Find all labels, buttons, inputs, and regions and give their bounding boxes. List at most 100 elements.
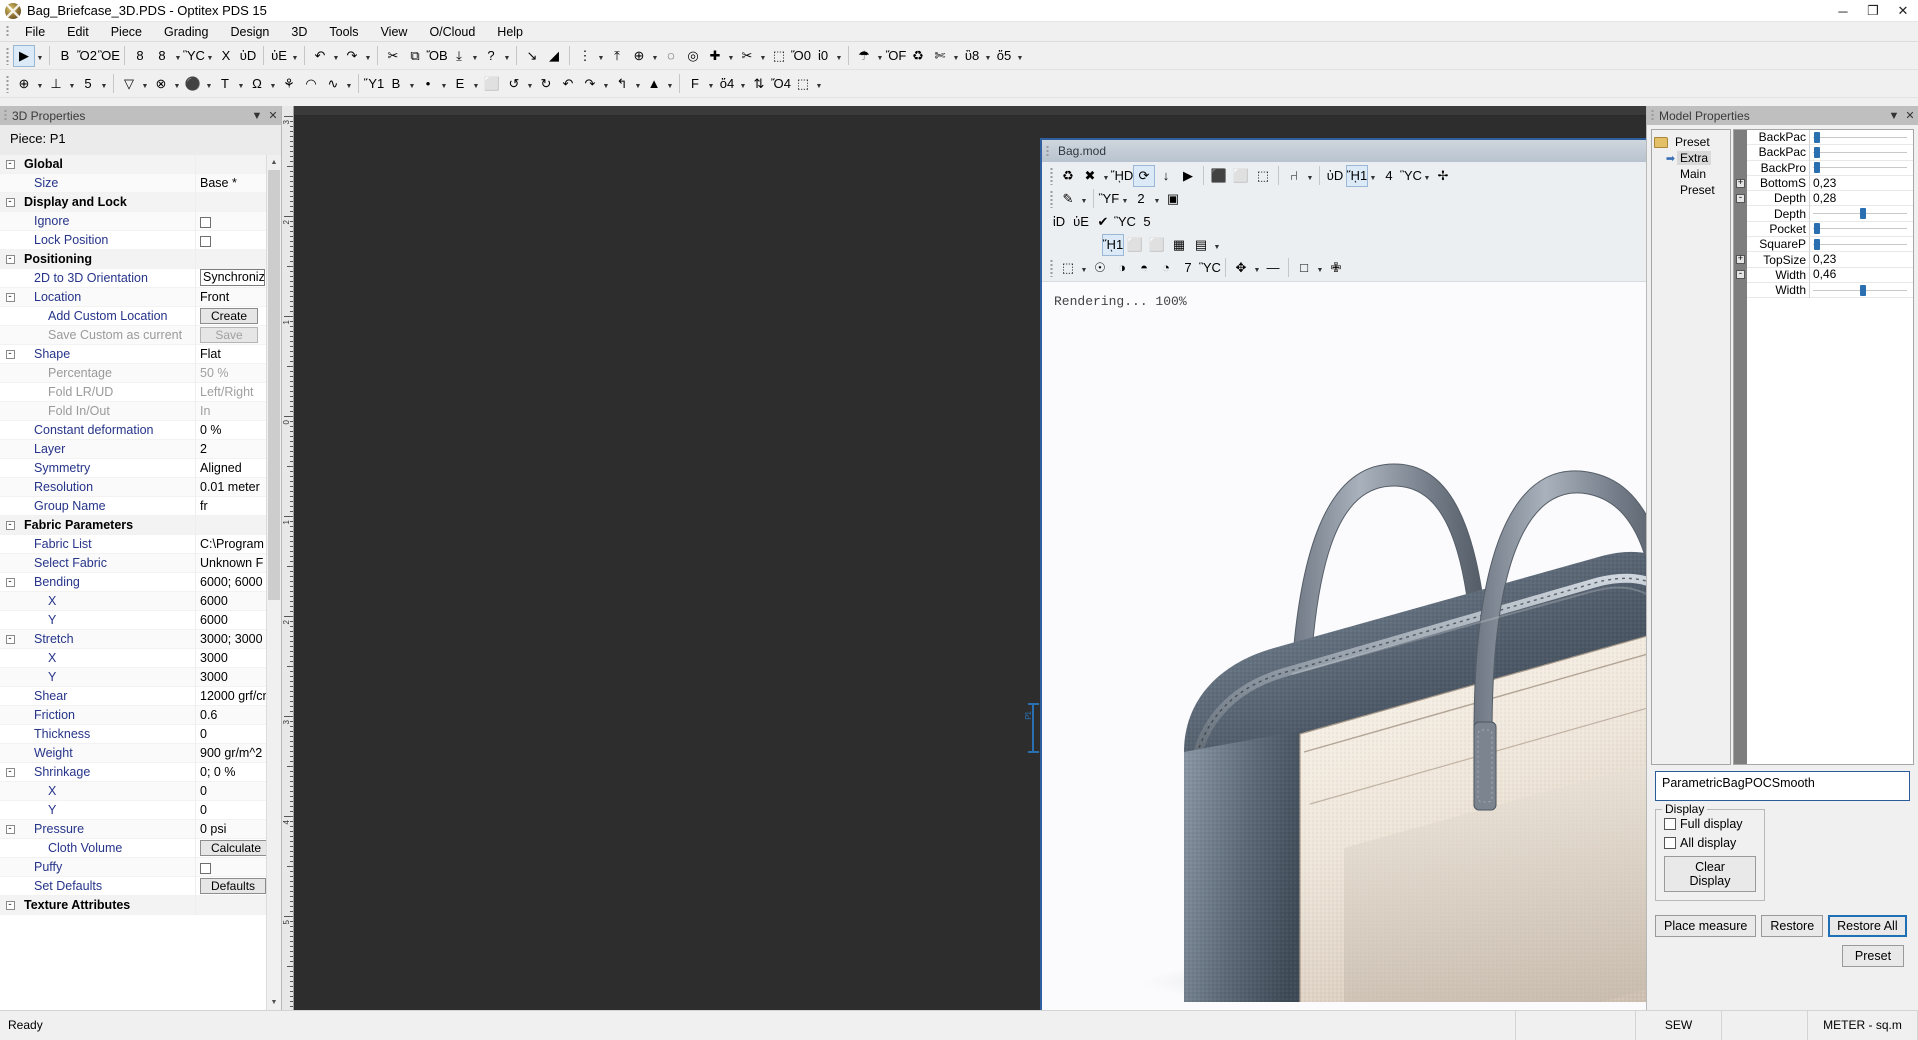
point-move-icon[interactable]: • — [417, 73, 439, 95]
parameter-value[interactable] — [1809, 145, 1913, 160]
property-row[interactable]: Y6000 — [0, 611, 266, 630]
parameter-value[interactable] — [1809, 130, 1913, 145]
chevron-down-icon[interactable]: ▼ — [172, 73, 182, 95]
plot-icon[interactable]: ὚8 — [151, 45, 173, 67]
cylinder-icon[interactable]: ⬛ — [1208, 165, 1230, 187]
property-value[interactable]: 6000; 6000 — [195, 573, 266, 592]
property-value[interactable]: Create — [195, 307, 266, 326]
chevron-down-icon[interactable]: ▼ — [633, 73, 643, 95]
texture-icon[interactable]: ὛF — [1098, 188, 1120, 210]
chevron-down-icon[interactable]: ▼ — [650, 45, 660, 67]
flat-shade-icon[interactable]: ◔ — [1155, 257, 1177, 279]
property-row[interactable]: Select FabricUnknown F — [0, 554, 266, 573]
parameter-grid[interactable]: BackPacBackPacBackPro+BottomS0,23-Depth0… — [1733, 129, 1914, 765]
menu-item-edit[interactable]: Edit — [56, 23, 100, 41]
property-button[interactable]: Calculate — [200, 840, 266, 856]
mirror-icon[interactable]: ♻ — [907, 45, 929, 67]
property-row[interactable]: Fabric ListC:\Program — [0, 535, 266, 554]
chevron-down-icon[interactable]: ▼ — [205, 45, 215, 67]
rotate-right-icon[interactable]: ↷ — [579, 73, 601, 95]
right-panel-close-icon[interactable]: ✕ — [1902, 109, 1918, 122]
chevron-down-icon[interactable]: ▼ — [35, 45, 45, 67]
parameter-value[interactable]: 0,23 — [1809, 252, 1913, 267]
chevron-down-icon[interactable]: ▼ — [875, 45, 885, 67]
parameter-expander[interactable]: - — [1734, 270, 1747, 279]
expander-minus-icon[interactable]: - — [6, 768, 15, 777]
toolbar-grip[interactable] — [6, 75, 9, 93]
parameter-row[interactable]: Depth — [1747, 206, 1913, 221]
property-row[interactable]: Add Custom LocationCreate — [0, 307, 266, 326]
parameter-value[interactable]: 0,23 — [1809, 176, 1913, 191]
recycle-icon[interactable]: ♻ — [1057, 165, 1079, 187]
expander-minus-icon[interactable]: - — [1736, 194, 1745, 203]
button-icon[interactable]: ⚫ — [182, 73, 204, 95]
property-checkbox[interactable] — [200, 236, 211, 247]
row-expander[interactable]: - — [0, 825, 20, 834]
chevron-down-icon[interactable]: ▼ — [173, 45, 183, 67]
full-display-row[interactable]: Full display — [1664, 814, 1756, 833]
pose-icon[interactable]: ᾝ1 — [1102, 234, 1124, 256]
property-row[interactable]: Y3000 — [0, 668, 266, 687]
move-up-icon[interactable]: ⤒ — [606, 45, 628, 67]
property-value[interactable]: Defaults — [195, 877, 266, 896]
tree-item-extra[interactable]: ➡Extra — [1654, 150, 1728, 166]
simulate-icon[interactable]: ⟳ — [1133, 165, 1155, 187]
property-row[interactable]: Group Namefr — [0, 497, 266, 516]
chevron-down-icon[interactable]: ▼ — [35, 73, 45, 95]
slider-track[interactable] — [1813, 244, 1907, 245]
right-panel-pin-icon[interactable]: ▼ — [1886, 110, 1902, 122]
slider-track[interactable] — [1813, 167, 1907, 168]
chevron-down-icon[interactable]: ▼ — [601, 73, 611, 95]
fabric-library-icon[interactable]: ὜4 — [1378, 165, 1400, 187]
property-row[interactable]: SizeBase * — [0, 174, 266, 193]
row-expander[interactable]: - — [0, 350, 20, 359]
parameter-row[interactable]: +BottomS0,23 — [1747, 176, 1913, 191]
slider-track[interactable] — [1813, 137, 1907, 138]
all-display-row[interactable]: All display — [1664, 833, 1756, 852]
rotate-cw-icon[interactable]: ↻ — [535, 73, 557, 95]
drop-icon[interactable]: ↓ — [1155, 165, 1177, 187]
property-row[interactable]: X0 — [0, 782, 266, 801]
select-arrow-icon[interactable]: ▶ — [13, 45, 35, 67]
chevron-down-icon[interactable]: ▼ — [99, 73, 109, 95]
property-value[interactable]: Flat — [195, 345, 266, 364]
slider-handle[interactable] — [1860, 285, 1866, 296]
slider-handle[interactable] — [1814, 223, 1820, 234]
expander-minus-icon[interactable]: - — [6, 578, 15, 587]
parameter-row[interactable]: -Depth0,28 — [1747, 191, 1913, 206]
expander-minus-icon[interactable]: - — [6, 521, 15, 530]
tree-item-main[interactable]: Main — [1654, 166, 1728, 182]
property-value[interactable]: 0 — [195, 801, 266, 820]
scrollbar-thumb[interactable] — [268, 170, 280, 600]
grid-points-icon[interactable]: ⋮ — [574, 45, 596, 67]
property-row[interactable]: Fold In/OutIn — [0, 402, 266, 421]
add-piece-icon[interactable]: ⊕ — [628, 45, 650, 67]
parameter-value[interactable] — [1809, 221, 1913, 236]
property-row[interactable]: Thickness0 — [0, 725, 266, 744]
property-value[interactable] — [195, 231, 266, 250]
chevron-down-icon[interactable]: ▼ — [502, 45, 512, 67]
property-value[interactable]: 6000 — [195, 592, 266, 611]
chevron-down-icon[interactable]: ▼ — [344, 73, 354, 95]
property-row[interactable]: -Texture Attributes — [0, 896, 266, 915]
property-checkbox[interactable] — [200, 863, 211, 874]
undo-icon[interactable]: ↶ — [309, 45, 331, 67]
chevron-down-icon[interactable]: ▼ — [726, 45, 736, 67]
row-expander[interactable]: - — [0, 293, 20, 302]
avatar-icon[interactable]: ᾜD — [1111, 165, 1133, 187]
expander-minus-icon[interactable]: - — [6, 635, 15, 644]
box-icon[interactable]: □ — [1293, 257, 1315, 279]
menu-item-file[interactable]: File — [14, 23, 56, 41]
chevron-down-icon[interactable]: ▼ — [983, 45, 993, 67]
menu-item-help[interactable]: Help — [486, 23, 534, 41]
property-value[interactable]: 900 gr/m^2 — [195, 744, 266, 763]
chevron-down-icon[interactable]: ▼ — [1422, 165, 1432, 187]
piece-marker-p1[interactable]: P1 — [1026, 703, 1040, 753]
view-side-icon[interactable]: ⬜ — [1146, 234, 1168, 256]
import-icon[interactable]: ⤓ — [448, 45, 470, 67]
tree-item-preset[interactable]: Preset — [1654, 134, 1728, 150]
menu-item-design[interactable]: Design — [219, 23, 280, 41]
chevron-down-icon[interactable]: ▼ — [439, 73, 449, 95]
minimize-button[interactable]: ─ — [1828, 0, 1858, 22]
row-expander[interactable]: - — [0, 521, 20, 530]
